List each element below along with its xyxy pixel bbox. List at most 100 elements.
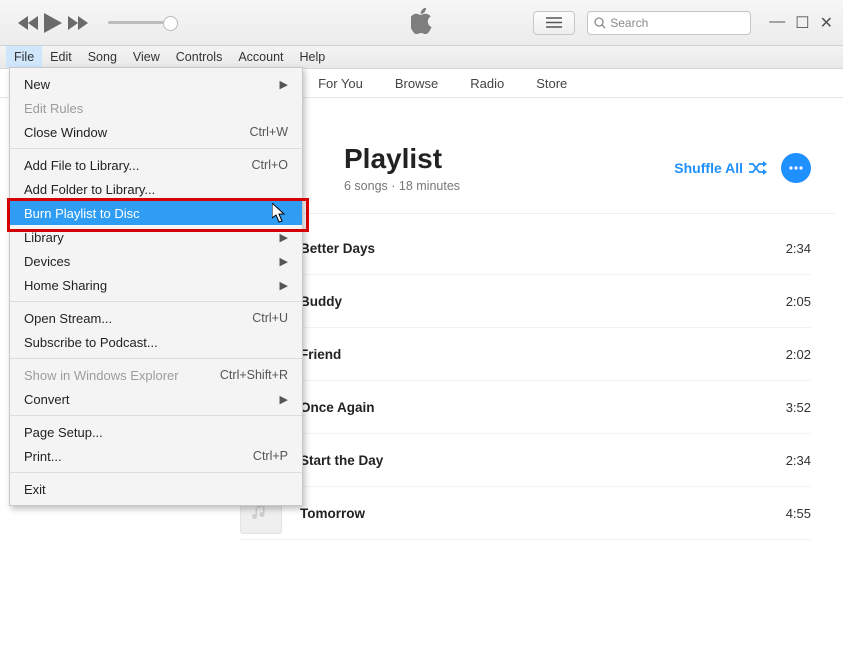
up-next-button[interactable] xyxy=(533,11,575,35)
menu-item-home-sharing[interactable]: Home Sharing ▶ xyxy=(10,273,302,297)
menu-shortcut: Ctrl+Shift+R xyxy=(220,368,288,382)
menu-item-edit-rules: Edit Rules xyxy=(10,96,302,120)
submenu-arrow-icon: ▶ xyxy=(280,231,288,244)
menu-item-label: Print... xyxy=(24,449,62,464)
menu-item-label: Burn Playlist to Disc xyxy=(24,206,140,221)
menu-item-open-stream[interactable]: Open Stream... Ctrl+U xyxy=(10,306,302,330)
menu-item-label: New xyxy=(24,77,50,92)
playlist-title: Playlist xyxy=(344,143,460,175)
play-button[interactable] xyxy=(44,13,62,33)
menu-item-page-setup[interactable]: Page Setup... xyxy=(10,420,302,444)
menu-item-label: Subscribe to Podcast... xyxy=(24,335,158,350)
menu-item-devices[interactable]: Devices ▶ xyxy=(10,249,302,273)
menu-shortcut: Ctrl+W xyxy=(249,125,288,139)
tab-for-you[interactable]: For You xyxy=(302,69,379,97)
menu-separator xyxy=(10,415,302,416)
menu-separator xyxy=(10,472,302,473)
menu-item-label: Library xyxy=(24,230,64,245)
song-row[interactable]: Tomorrow4:55 xyxy=(240,487,811,540)
mouse-cursor-icon xyxy=(272,203,286,226)
ellipsis-icon xyxy=(789,166,803,170)
menu-item-label: Add File to Library... xyxy=(24,158,139,173)
song-row[interactable]: Buddy2:05 xyxy=(240,275,811,328)
menu-item-burn-playlist-to-disc[interactable]: Burn Playlist to Disc xyxy=(10,201,302,225)
menu-item-library[interactable]: Library ▶ xyxy=(10,225,302,249)
tab-store[interactable]: Store xyxy=(520,69,583,97)
song-duration: 2:05 xyxy=(786,294,811,309)
menu-view[interactable]: View xyxy=(125,46,168,68)
tab-radio[interactable]: Radio xyxy=(454,69,520,97)
menu-item-label: Convert xyxy=(24,392,70,407)
submenu-arrow-icon: ▶ xyxy=(280,279,288,292)
search-input[interactable]: Search xyxy=(587,11,751,35)
song-duration: 4:55 xyxy=(786,506,811,521)
more-actions-button[interactable] xyxy=(781,153,811,183)
menu-item-exit[interactable]: Exit xyxy=(10,477,302,501)
menu-item-label: Edit Rules xyxy=(24,101,83,116)
menu-item-new[interactable]: New ▶ xyxy=(10,72,302,96)
menu-item-label: Exit xyxy=(24,482,46,497)
song-duration: 2:34 xyxy=(786,241,811,256)
menu-item-label: Devices xyxy=(24,254,70,269)
playback-controls xyxy=(0,13,178,33)
menu-shortcut: Ctrl+U xyxy=(252,311,288,325)
menu-item-label: Open Stream... xyxy=(24,311,112,326)
maximize-button[interactable]: ☐ xyxy=(795,13,809,33)
menu-item-print[interactable]: Print... Ctrl+P xyxy=(10,444,302,468)
playlist-header: Playlist 6 songs · 18 minutes Shuffle Al… xyxy=(224,95,835,214)
song-row[interactable]: Start the Day 2:34 xyxy=(240,434,811,487)
menu-item-label: Page Setup... xyxy=(24,425,103,440)
menu-item-label: Home Sharing xyxy=(24,278,107,293)
apple-logo-icon xyxy=(411,8,433,37)
song-row[interactable]: Friend2:02 xyxy=(240,328,811,381)
shuffle-all-button[interactable]: Shuffle All xyxy=(674,160,767,176)
song-duration: 2:02 xyxy=(786,347,811,362)
menu-song[interactable]: Song xyxy=(80,46,125,68)
shuffle-label: Shuffle All xyxy=(674,160,743,176)
prev-track-button[interactable] xyxy=(18,16,38,30)
menu-separator xyxy=(10,358,302,359)
menu-shortcut: Ctrl+P xyxy=(253,449,288,463)
song-duration: 3:52 xyxy=(786,400,811,415)
menu-account[interactable]: Account xyxy=(230,46,291,68)
menu-item-add-file-to-library[interactable]: Add File to Library... Ctrl+O xyxy=(10,153,302,177)
window-controls: — ☐ ✕ xyxy=(769,13,833,33)
menu-separator xyxy=(10,148,302,149)
menu-item-show-in-windows-explorer: Show in Windows Explorer Ctrl+Shift+R xyxy=(10,363,302,387)
submenu-arrow-icon: ▶ xyxy=(280,255,288,268)
menu-edit[interactable]: Edit xyxy=(42,46,80,68)
menubar: FileEditSongViewControlsAccountHelp xyxy=(0,46,843,69)
song-name: Start the Day xyxy=(300,453,383,468)
song-duration: 2:34 xyxy=(786,453,811,468)
menu-item-add-folder-to-library[interactable]: Add Folder to Library... xyxy=(10,177,302,201)
close-button[interactable]: ✕ xyxy=(820,13,833,33)
titlebar: Search — ☐ ✕ xyxy=(0,0,843,46)
song-list: Better Days2:34Buddy2:05Friend2:02Once A… xyxy=(224,214,835,540)
song-row[interactable]: Once Again 3:52 xyxy=(240,381,811,434)
main-content: Playlist 6 songs · 18 minutes Shuffle Al… xyxy=(224,95,835,646)
menu-shortcut: Ctrl+O xyxy=(252,158,288,172)
song-name: Better Days xyxy=(300,241,375,256)
file-menu-dropdown: New ▶ Edit Rules Close Window Ctrl+W Add File… xyxy=(9,67,303,506)
menu-item-close-window[interactable]: Close Window Ctrl+W xyxy=(10,120,302,144)
menu-item-label: Close Window xyxy=(24,125,107,140)
menu-item-label: Add Folder to Library... xyxy=(24,182,155,197)
menu-item-label: Show in Windows Explorer xyxy=(24,368,179,383)
menu-separator xyxy=(10,301,302,302)
menu-item-subscribe-to-podcast[interactable]: Subscribe to Podcast... xyxy=(10,330,302,354)
menu-item-convert[interactable]: Convert ▶ xyxy=(10,387,302,411)
volume-slider[interactable] xyxy=(108,21,178,24)
minimize-button[interactable]: — xyxy=(769,13,785,33)
menu-help[interactable]: Help xyxy=(292,46,334,68)
submenu-arrow-icon: ▶ xyxy=(280,393,288,406)
song-row[interactable]: Better Days 2:34 xyxy=(240,222,811,275)
next-track-button[interactable] xyxy=(68,16,88,30)
song-name: Once Again xyxy=(300,400,375,415)
menu-controls[interactable]: Controls xyxy=(168,46,231,68)
submenu-arrow-icon: ▶ xyxy=(280,78,288,91)
search-placeholder: Search xyxy=(610,16,648,30)
menu-file[interactable]: File xyxy=(6,46,42,68)
shuffle-icon xyxy=(749,161,767,175)
search-icon xyxy=(594,17,606,29)
tab-browse[interactable]: Browse xyxy=(379,69,454,97)
